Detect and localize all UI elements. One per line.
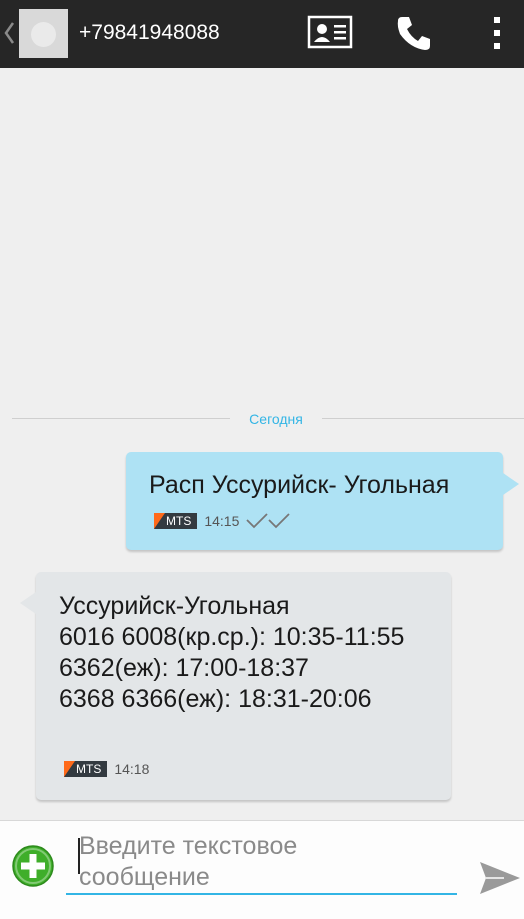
carrier-flag-icon	[154, 513, 165, 529]
message-line: 6016 6008(кр.ср.): 10:35-11:55	[59, 623, 405, 651]
bubble-tail	[503, 473, 519, 495]
contact-avatar[interactable]	[19, 9, 68, 58]
incoming-message-bubble[interactable]: Уссурийск-Угольная 6016 6008(кр.ср.): 10…	[20, 572, 451, 800]
delivered-checkmarks-icon	[246, 513, 291, 529]
message-input-placeholder: Введите текстовое сообщение	[79, 832, 298, 891]
message-text: Расп Уссурийск- Угольная	[149, 471, 450, 499]
message-meta: MTS 14:18	[64, 761, 149, 777]
carrier-badge: MTS	[154, 513, 198, 529]
separator-line	[12, 418, 230, 419]
avatar-placeholder-icon	[31, 22, 56, 47]
date-label: Сегодня	[249, 411, 303, 427]
date-separator: Сегодня	[12, 409, 524, 429]
message-text: Уссурийск-Угольная 6016 6008(кр.ср.): 10…	[59, 591, 404, 715]
bubble-tail	[20, 592, 36, 614]
attach-plus-icon[interactable]	[11, 844, 55, 888]
message-time: 14:15	[204, 513, 240, 529]
back-chevron-icon[interactable]	[2, 18, 16, 48]
message-meta: MTS 14:15	[154, 511, 293, 531]
overflow-menu-icon[interactable]	[488, 13, 506, 53]
message-time: 14:18	[114, 761, 150, 777]
action-bar: +79841948088	[0, 0, 524, 68]
conversation-title[interactable]: +79841948088	[79, 19, 220, 47]
message-line: 6368 6366(еж): 18:31-20:06	[59, 685, 372, 713]
message-input[interactable]: Введите текстовое сообщение	[66, 827, 457, 895]
message-line: Уссурийск-Угольная	[59, 592, 290, 620]
carrier-flag-icon	[64, 761, 75, 777]
contact-card-icon[interactable]	[307, 15, 353, 49]
send-icon[interactable]	[478, 856, 522, 900]
message-line: 6362(еж): 17:00-18:37	[59, 654, 309, 682]
carrier-badge: MTS	[64, 761, 108, 777]
outgoing-message-bubble[interactable]: Расп Уссурийск- Угольная MTS 14:15	[126, 452, 519, 550]
phone-icon[interactable]	[395, 14, 433, 52]
message-composer: Введите текстовое сообщение	[0, 820, 524, 919]
separator-line	[322, 418, 524, 419]
